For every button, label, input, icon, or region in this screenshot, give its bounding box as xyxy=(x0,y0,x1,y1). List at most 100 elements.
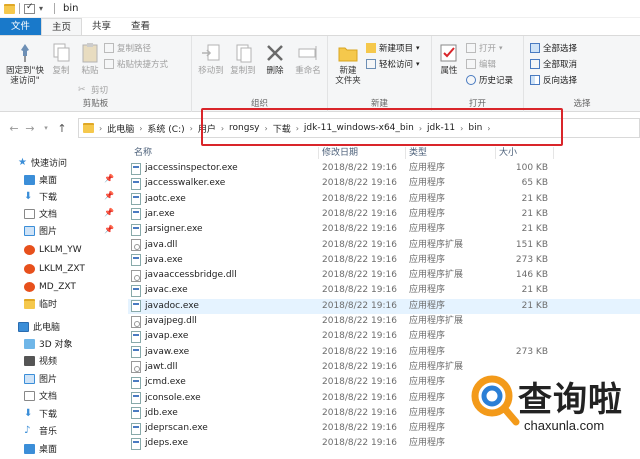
file-type: 应用程序扩展 xyxy=(409,361,464,372)
paste-button[interactable]: 粘贴 xyxy=(78,42,102,76)
chevron-right-icon[interactable]: › xyxy=(137,124,144,133)
copy-to-button[interactable]: 复制到 xyxy=(228,42,258,76)
file-name-cell: javajpeg.dll xyxy=(131,314,319,329)
column-divider[interactable] xyxy=(318,147,319,159)
copy-to-icon xyxy=(232,42,254,64)
column-divider[interactable] xyxy=(553,147,554,159)
table-row[interactable]: jarsigner.exe 2018/8/22 19:16 应用程序 21 KB xyxy=(128,222,640,237)
forward-arrow-icon[interactable]: → xyxy=(22,122,38,135)
cut-button[interactable]: ✂ 剪切 xyxy=(78,84,108,96)
breadcrumb-system-c[interactable]: 系统 (C:) xyxy=(144,122,187,135)
table-row[interactable]: javap.exe 2018/8/22 19:16 应用程序 xyxy=(128,329,640,344)
file-date: 2018/8/22 19:16 xyxy=(322,178,397,189)
move-to-button[interactable]: 移动到 xyxy=(196,42,226,76)
column-divider[interactable] xyxy=(405,147,406,159)
history-label: 历史记录 xyxy=(479,76,514,86)
chevron-down-icon[interactable]: ▾ xyxy=(39,4,50,14)
file-name-cell: java.dll xyxy=(131,238,319,253)
edit-button[interactable]: 编辑 xyxy=(466,58,496,70)
sidebar-quick-access[interactable]: ★ 快速访问 xyxy=(18,155,67,170)
paste-shortcut-button[interactable]: 粘贴快捷方式 xyxy=(104,58,168,70)
sidebar-item-lklm-yw[interactable]: LKLM_YW xyxy=(24,242,82,257)
sidebar-item-desktop[interactable]: 桌面 xyxy=(24,172,57,187)
rename-button[interactable]: 重命名 xyxy=(292,42,324,76)
table-row[interactable]: java.exe 2018/8/22 19:16 应用程序 273 KB xyxy=(128,253,640,268)
pin-icon[interactable]: 📌 xyxy=(104,174,114,183)
pin-icon[interactable]: 📌 xyxy=(104,208,114,217)
file-size: 273 KB xyxy=(515,254,548,265)
copy-path-button[interactable]: 复制路径 xyxy=(104,42,151,54)
sidebar-item-music[interactable]: ♪ 音乐 xyxy=(24,423,57,438)
sidebar-item-3d-objects[interactable]: 3D 对象 xyxy=(24,336,73,351)
sidebar-item-temp[interactable]: 临时 xyxy=(24,296,57,311)
column-header-size[interactable]: 大小 xyxy=(499,146,517,160)
column-header-date[interactable]: 修改日期 xyxy=(322,146,358,160)
sidebar-item-videos[interactable]: 视频 xyxy=(24,353,57,368)
clipboard-icon xyxy=(79,42,101,64)
exe-file-icon xyxy=(131,208,141,221)
sidebar-item-pc-desktop[interactable]: 桌面 xyxy=(24,441,57,456)
column-divider[interactable] xyxy=(495,147,496,159)
file-date: 2018/8/22 19:16 xyxy=(322,163,397,173)
table-row[interactable]: jaccessinspector.exe 2018/8/22 19:16 应用程序 1… xyxy=(128,161,640,176)
table-row[interactable]: javaw.exe 2018/8/22 19:16 应用程序 273 KB xyxy=(128,345,640,360)
navigation-pane: ★ 快速访问 桌面 📌 ⬇ 下载 📌 文档 📌 图片 📌 LKLM_YW LKL… xyxy=(0,146,128,459)
table-row[interactable]: jaotc.exe 2018/8/22 19:16 应用程序 21 KB xyxy=(128,192,640,207)
chevron-right-icon[interactable]: › xyxy=(188,124,195,133)
sidebar-item-lklm-zxt[interactable]: LKLM_ZXT xyxy=(24,261,85,276)
recent-locations-chevron-icon[interactable]: ▾ xyxy=(38,124,54,132)
table-row[interactable]: javac.exe 2018/8/22 19:16 应用程序 21 KB xyxy=(128,283,640,298)
new-item-button[interactable]: 新建项目 ▾ xyxy=(366,42,420,54)
table-row[interactable]: javajpeg.dll 2018/8/22 19:16 应用程序扩展 xyxy=(128,314,640,329)
easy-access-button[interactable]: 轻松访问 ▾ xyxy=(366,58,420,70)
select-all-button[interactable]: 全部选择 xyxy=(530,42,577,54)
back-arrow-icon[interactable]: ← xyxy=(6,122,22,135)
magnifier-logo-icon xyxy=(471,375,520,426)
sidebar-item-pc-pictures[interactable]: 图片 xyxy=(24,371,57,386)
sidebar-item-label: 图片 xyxy=(39,227,58,237)
file-type: 应用程序 xyxy=(409,346,446,357)
tab-view[interactable]: 查看 xyxy=(121,18,160,35)
file-name: jdeprscan.exe xyxy=(145,423,208,434)
sidebar-item-documents[interactable]: 文档 xyxy=(24,206,57,221)
up-arrow-icon[interactable]: ↑ xyxy=(54,122,70,135)
sidebar-item-downloads[interactable]: ⬇ 下载 xyxy=(24,189,57,204)
sidebar-this-pc[interactable]: 此电脑 xyxy=(18,319,60,334)
sidebar-item-label: 快速访问 xyxy=(30,159,67,169)
copy-button[interactable]: 复制 xyxy=(50,42,72,76)
pin-icon[interactable]: 📌 xyxy=(104,191,114,200)
sidebar-item-pc-downloads[interactable]: ⬇ 下载 xyxy=(24,406,57,421)
table-row[interactable]: jar.exe 2018/8/22 19:16 应用程序 21 KB xyxy=(128,207,640,222)
document-icon xyxy=(24,390,35,401)
tab-home[interactable]: 主页 xyxy=(41,18,83,35)
file-date: 2018/8/22 19:16 xyxy=(322,193,397,204)
pin-icon[interactable]: 📌 xyxy=(104,225,114,234)
sidebar-item-md-zxt[interactable]: MD_ZXT xyxy=(24,279,76,294)
select-none-button[interactable]: 全部取消 xyxy=(530,58,577,70)
history-button[interactable]: 历史记录 xyxy=(466,74,513,86)
open-button[interactable]: 打开 ▾ xyxy=(466,42,503,54)
tab-file[interactable]: 文件 xyxy=(0,18,42,35)
table-row[interactable]: javaaccessbridge.dll 2018/8/22 19:16 应用程序扩… xyxy=(128,268,640,283)
exe-file-icon xyxy=(131,346,141,359)
tab-share[interactable]: 共享 xyxy=(82,18,121,35)
invert-selection-button[interactable]: 反向选择 xyxy=(530,74,577,86)
sidebar-item-pictures[interactable]: 图片 xyxy=(24,223,57,238)
sidebar-item-pc-documents[interactable]: 文档 xyxy=(24,388,57,403)
pin-quick-access-button[interactable]: 固定到"快速访问" xyxy=(2,42,48,86)
table-row[interactable]: java.dll 2018/8/22 19:16 应用程序扩展 151 KB xyxy=(128,238,640,253)
table-row[interactable]: javadoc.exe 2018/8/22 19:16 应用程序 21 KB xyxy=(128,298,640,314)
sidebar-item-label: 此电脑 xyxy=(33,323,61,333)
properties-button[interactable]: 属性 xyxy=(436,42,462,76)
document-icon xyxy=(24,208,35,219)
file-type: 应用程序 xyxy=(409,423,446,434)
file-type: 应用程序扩展 xyxy=(409,270,464,281)
column-header-name[interactable]: 名称 xyxy=(134,146,152,160)
new-folder-button[interactable]: 新建 文件夹 xyxy=(332,42,364,86)
breadcrumb-this-pc[interactable]: 此电脑 xyxy=(104,122,137,135)
table-row[interactable]: jaccesswalker.exe 2018/8/22 19:16 应用程序 65 K… xyxy=(128,176,640,191)
delete-button[interactable]: 删除 xyxy=(262,42,288,76)
properties-quick-icon[interactable] xyxy=(24,2,35,14)
column-header-type[interactable]: 类型 xyxy=(409,146,427,160)
file-size: 21 KB xyxy=(521,193,548,204)
